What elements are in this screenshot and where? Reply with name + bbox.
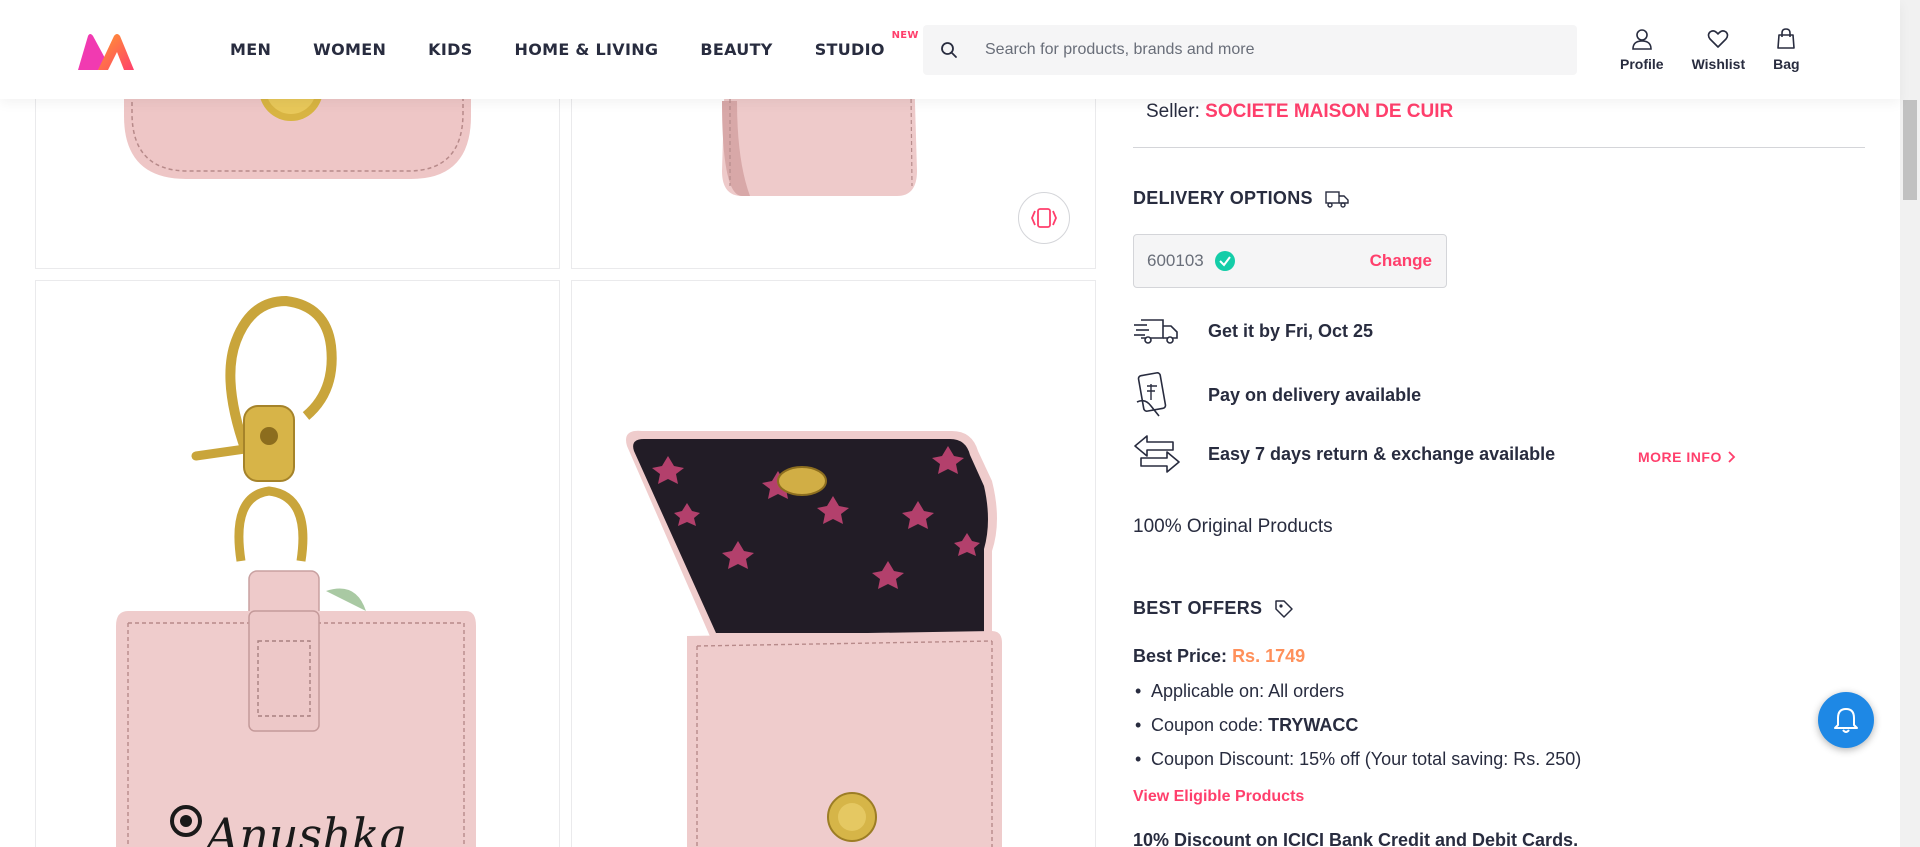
best-price-value: Rs. 1749 <box>1232 646 1306 666</box>
coupon-code: TRYWACC <box>1268 715 1359 735</box>
pincode-value: 600103 <box>1147 251 1204 270</box>
product-image-3[interactable]: Anushka <box>35 280 560 847</box>
more-info-link[interactable]: MORE INFO <box>1638 449 1738 465</box>
exchange-icon <box>1134 435 1180 473</box>
myntra-logo[interactable] <box>74 30 138 74</box>
scrollbar-thumb[interactable] <box>1903 100 1917 200</box>
header-actions: Profile Wishlist Bag <box>1620 28 1828 72</box>
list-item: Coupon code: TRYWACC <box>1133 715 1581 749</box>
embroidered-name: Anushka <box>202 808 407 847</box>
wishlist-button[interactable]: Wishlist <box>1692 28 1745 72</box>
bell-icon <box>1834 708 1858 733</box>
seller-name-link[interactable]: SOCIETE MAISON DE CUIR <box>1205 101 1453 122</box>
bag-icon <box>1777 28 1796 49</box>
rotate-view-button[interactable] <box>1018 192 1070 244</box>
delivery-date-row: Get it by Fri, Oct 25 <box>1133 316 1373 346</box>
list-item: Coupon Discount: 15% off (Your total sav… <box>1133 749 1581 783</box>
check-circle-icon <box>1214 251 1235 271</box>
change-pincode-button[interactable]: Change <box>1370 251 1432 271</box>
page-scrollbar[interactable] <box>1900 0 1920 847</box>
delivery-options-title: DELIVERY OPTIONS <box>1133 188 1349 209</box>
list-item: Applicable on: All orders <box>1133 681 1581 715</box>
heart-icon <box>1708 30 1729 48</box>
search-icon[interactable] <box>923 41 975 59</box>
icici-offer-title: 10% Discount on ICICI Bank Credit and De… <box>1133 830 1579 847</box>
nav-women[interactable]: WOMEN <box>313 40 386 59</box>
nav-studio[interactable]: STUDIO NEW <box>815 30 919 59</box>
truck-icon <box>1325 190 1349 208</box>
top-header: MEN WOMEN KIDS HOME & LIVING BEAUTY STUD… <box>0 0 1900 99</box>
pincode-box[interactable]: 600103 Change <box>1133 234 1447 288</box>
nav-home-living[interactable]: HOME & LIVING <box>515 40 659 59</box>
pay-on-delivery-row: Pay on delivery available <box>1133 372 1421 418</box>
fast-truck-icon <box>1134 319 1178 344</box>
search-input[interactable] <box>985 41 1545 59</box>
new-badge: NEW <box>891 30 919 41</box>
profile-button[interactable]: Profile <box>1620 28 1664 72</box>
product-image-4[interactable] <box>571 280 1096 847</box>
offer-details-list: Applicable on: All orders Coupon code: T… <box>1133 681 1581 783</box>
chevron-right-icon <box>1728 451 1736 463</box>
seller-info: Seller: SOCIETE MAISON DE CUIR <box>1146 101 1454 122</box>
main-nav: MEN WOMEN KIDS HOME & LIVING BEAUTY STUD… <box>230 0 927 99</box>
view-eligible-products-link[interactable]: View Eligible Products <box>1133 788 1304 806</box>
return-exchange-row: Easy 7 days return & exchange available <box>1133 434 1555 474</box>
original-products-text: 100% Original Products <box>1133 516 1333 537</box>
best-offers-title: BEST OFFERS <box>1133 598 1294 619</box>
nav-beauty[interactable]: BEAUTY <box>700 40 772 59</box>
best-price: Best Price: Rs. 1749 <box>1133 646 1306 666</box>
nav-men[interactable]: MEN <box>230 40 271 59</box>
bag-button[interactable]: Bag <box>1773 28 1800 72</box>
cash-card-icon <box>1136 372 1167 417</box>
rotate-360-icon <box>1031 208 1057 228</box>
tag-icon <box>1275 599 1294 618</box>
profile-icon <box>1631 29 1652 50</box>
divider <box>1133 147 1865 148</box>
notification-button[interactable] <box>1818 692 1874 748</box>
search-bar[interactable] <box>923 25 1577 75</box>
nav-kids[interactable]: KIDS <box>428 40 472 59</box>
